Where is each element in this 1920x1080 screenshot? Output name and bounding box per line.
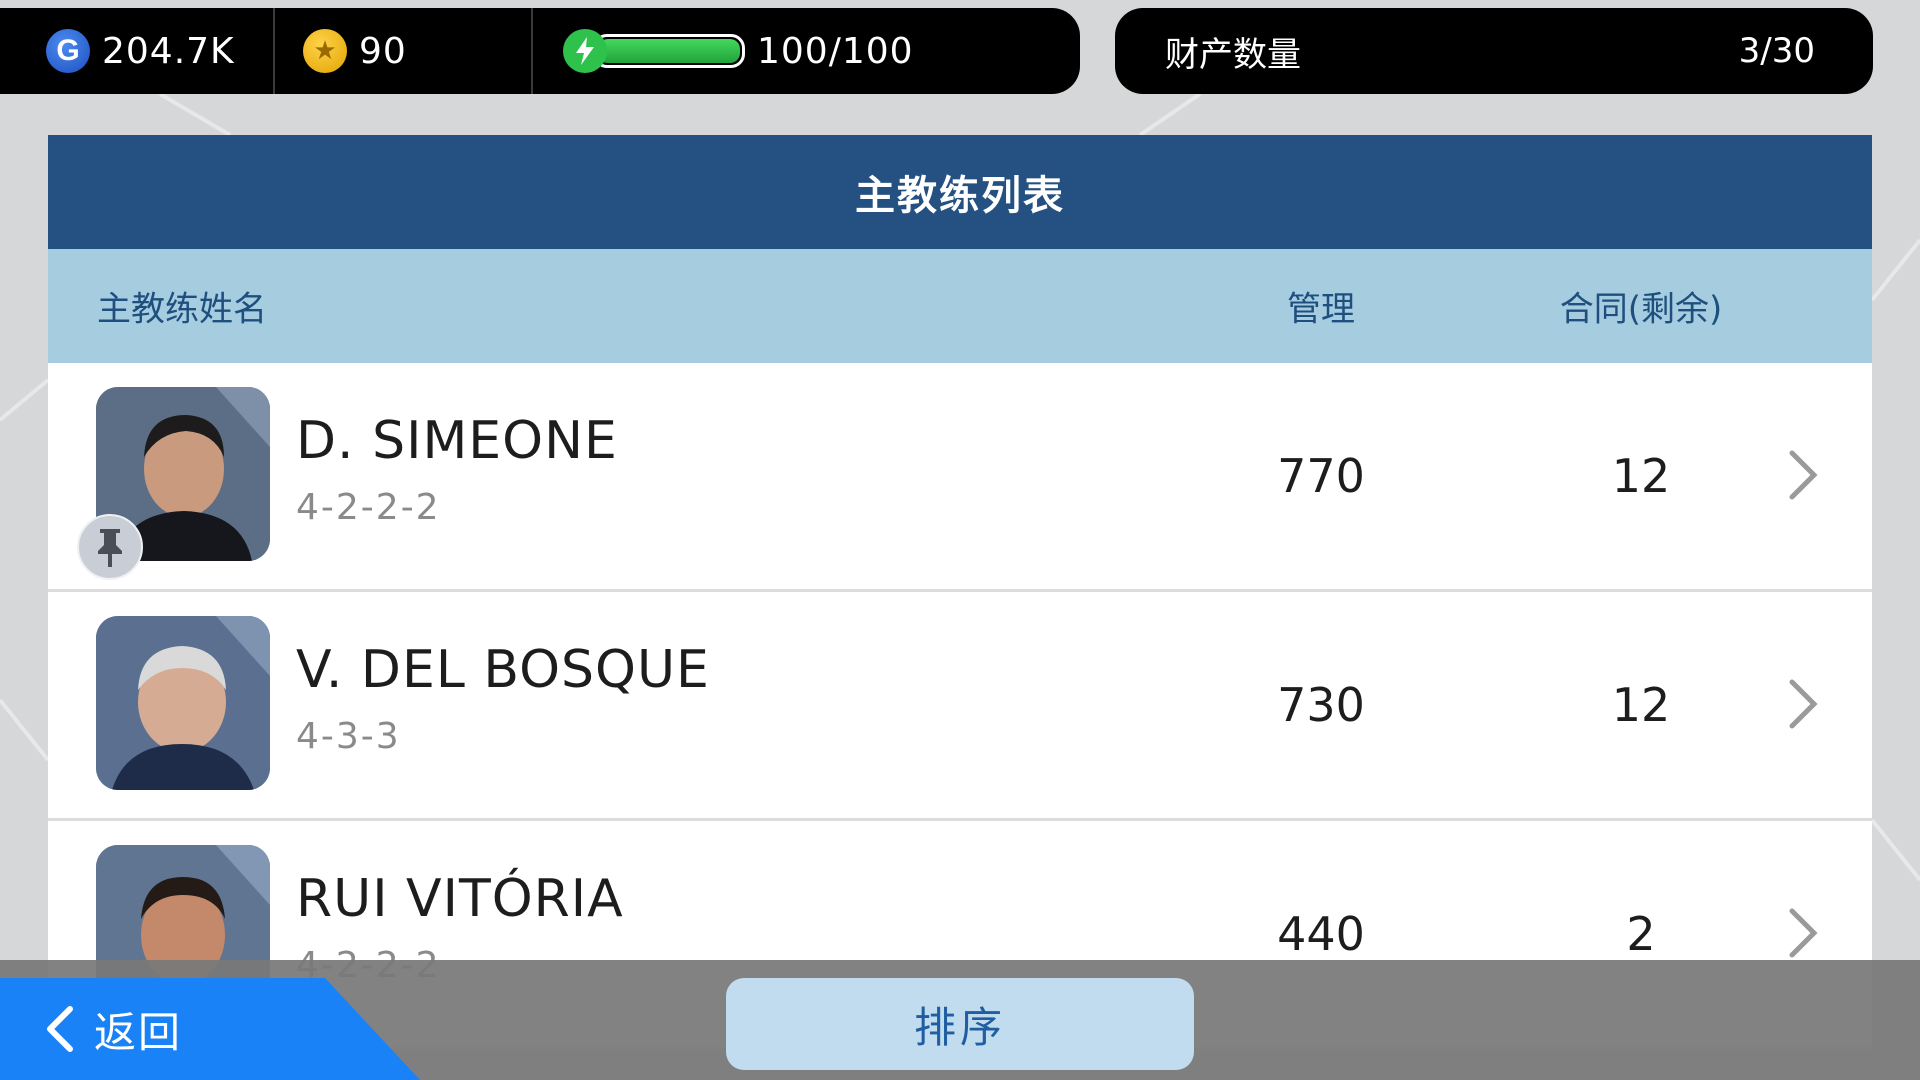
coach-row[interactable]: V. DEL BOSQUE 4-3-3 730 12 (48, 592, 1872, 821)
coach-formation: 4-2-2-2 (296, 487, 441, 528)
coin-icon: ★ (303, 29, 347, 73)
chevron-right-icon[interactable] (1782, 676, 1822, 732)
coach-row[interactable]: D. SIMEONE 4-2-2-2 770 12 (48, 363, 1872, 592)
coach-management: 440 (1277, 907, 1365, 961)
assets-count: 3/30 (1738, 31, 1815, 71)
column-header-name: 主教练姓名 (97, 289, 267, 330)
column-header: 主教练姓名 管理 合同(剩余) (48, 249, 1872, 363)
chevron-right-icon[interactable] (1782, 447, 1822, 503)
currency-bar: G 204.7K ★ 90 100/100 (0, 8, 1080, 94)
coach-management: 730 (1277, 678, 1365, 732)
coach-contract: 12 (1611, 678, 1671, 732)
coach-name: V. DEL BOSQUE (296, 640, 710, 700)
column-header-contract: 合同(剩余) (1559, 289, 1723, 330)
gp-icon: G (46, 29, 90, 73)
chevron-right-icon[interactable] (1782, 905, 1822, 961)
coach-formation: 4-3-3 (296, 716, 401, 757)
gp-value: 204.7K (102, 30, 235, 72)
chevron-left-icon (47, 1006, 73, 1052)
coins-display[interactable]: ★ 90 (275, 8, 533, 94)
energy-value: 100/100 (757, 30, 914, 72)
coach-list-panel: 主教练列表 主教练姓名 管理 合同(剩余) D. SIMEONE 4-2-2-2… (48, 135, 1872, 1080)
coach-contract: 2 (1626, 907, 1656, 961)
pin-icon[interactable] (77, 514, 143, 580)
coins-value: 90 (359, 30, 407, 72)
coach-management: 770 (1277, 449, 1365, 503)
coach-avatar (96, 616, 270, 790)
energy-display[interactable]: 100/100 (533, 8, 1080, 94)
assets-label: 财产数量 (1165, 34, 1301, 75)
coach-contract: 12 (1611, 449, 1671, 503)
gp-display[interactable]: G 204.7K (0, 8, 275, 94)
energy-fill (598, 39, 740, 63)
coach-name: RUI VITÓRIA (296, 869, 624, 929)
assets-count-bar: 财产数量 3/30 (1115, 8, 1873, 94)
column-header-management: 管理 (1287, 289, 1355, 330)
back-label: 返回 (94, 1007, 183, 1057)
energy-bolt-icon (563, 29, 607, 73)
panel-title: 主教练列表 (48, 135, 1872, 249)
sort-button[interactable]: 排序 (726, 978, 1194, 1070)
coach-name: D. SIMEONE (296, 411, 618, 471)
energy-bar (593, 34, 745, 68)
